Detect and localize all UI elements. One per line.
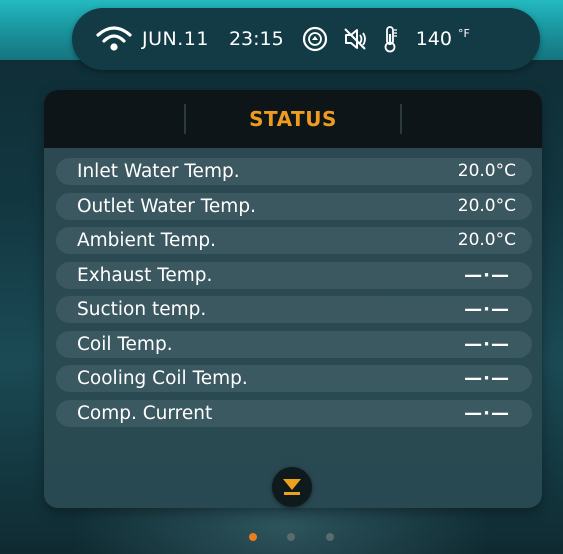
- status-row-ambient-temp: Ambient Temp. 20.0°C: [56, 227, 532, 254]
- chevron-down-icon: [283, 479, 301, 495]
- status-row-exhaust-temp: Exhaust Temp. —·—: [56, 261, 532, 289]
- row-value: —·—: [464, 264, 510, 286]
- page-indicator: [0, 530, 563, 544]
- circulation-icon[interactable]: [302, 26, 328, 52]
- device-screen: JUN.11 23:15 140 °F STATUS Inlet Water T…: [0, 0, 563, 554]
- status-time: 23:15: [228, 28, 284, 50]
- row-label: Exhaust Temp.: [77, 264, 213, 286]
- status-items: JUN.11 23:15 140 °F: [96, 19, 470, 59]
- row-value: —·—: [464, 402, 510, 424]
- row-value: —·—: [464, 368, 510, 389]
- wifi-icon[interactable]: [96, 26, 142, 52]
- row-value: —·—: [464, 299, 510, 320]
- row-label: Coil Temp.: [77, 333, 173, 355]
- row-label: Comp. Current: [77, 402, 213, 424]
- scroll-down-button[interactable]: [272, 467, 312, 507]
- row-value: 20.0°C: [457, 161, 516, 181]
- status-row-comp-current: Comp. Current —·—: [56, 399, 532, 427]
- status-row-inlet-water-temp: Inlet Water Temp. 20.0°C: [56, 158, 532, 185]
- status-temperature: 140: [415, 28, 452, 50]
- row-label: Outlet Water Temp.: [77, 195, 256, 217]
- row-label: Ambient Temp.: [77, 230, 216, 251]
- status-panel: STATUS Inlet Water Temp. 20.0°C Outlet W…: [44, 90, 542, 508]
- status-row-cooling-coil-temp: Cooling Coil Temp. —·—: [56, 365, 532, 392]
- row-label: Cooling Coil Temp.: [77, 368, 248, 389]
- row-value: —·—: [464, 333, 510, 355]
- status-row-coil-temp: Coil Temp. —·—: [56, 330, 532, 358]
- row-label: Suction temp.: [77, 299, 207, 320]
- status-row-outlet-water-temp: Outlet Water Temp. 20.0°C: [56, 192, 532, 220]
- thermometer-icon: [382, 25, 398, 53]
- panel-header: STATUS: [44, 90, 542, 148]
- status-row-suction-temp: Suction temp. —·—: [56, 296, 532, 323]
- page-dot-1[interactable]: [249, 533, 257, 541]
- muted-speaker-icon[interactable]: [342, 26, 368, 52]
- status-temperature-unit: °F: [457, 26, 470, 40]
- page-dot-2[interactable]: [287, 533, 295, 541]
- page-dot-3[interactable]: [326, 533, 334, 541]
- row-value: 20.0°C: [457, 230, 516, 250]
- row-value: 20.0°C: [457, 195, 516, 216]
- row-label: Inlet Water Temp.: [77, 161, 240, 182]
- status-date: JUN.11: [142, 28, 209, 50]
- status-list: Inlet Water Temp. 20.0°C Outlet Water Te…: [56, 158, 532, 434]
- panel-title: STATUS: [249, 107, 337, 131]
